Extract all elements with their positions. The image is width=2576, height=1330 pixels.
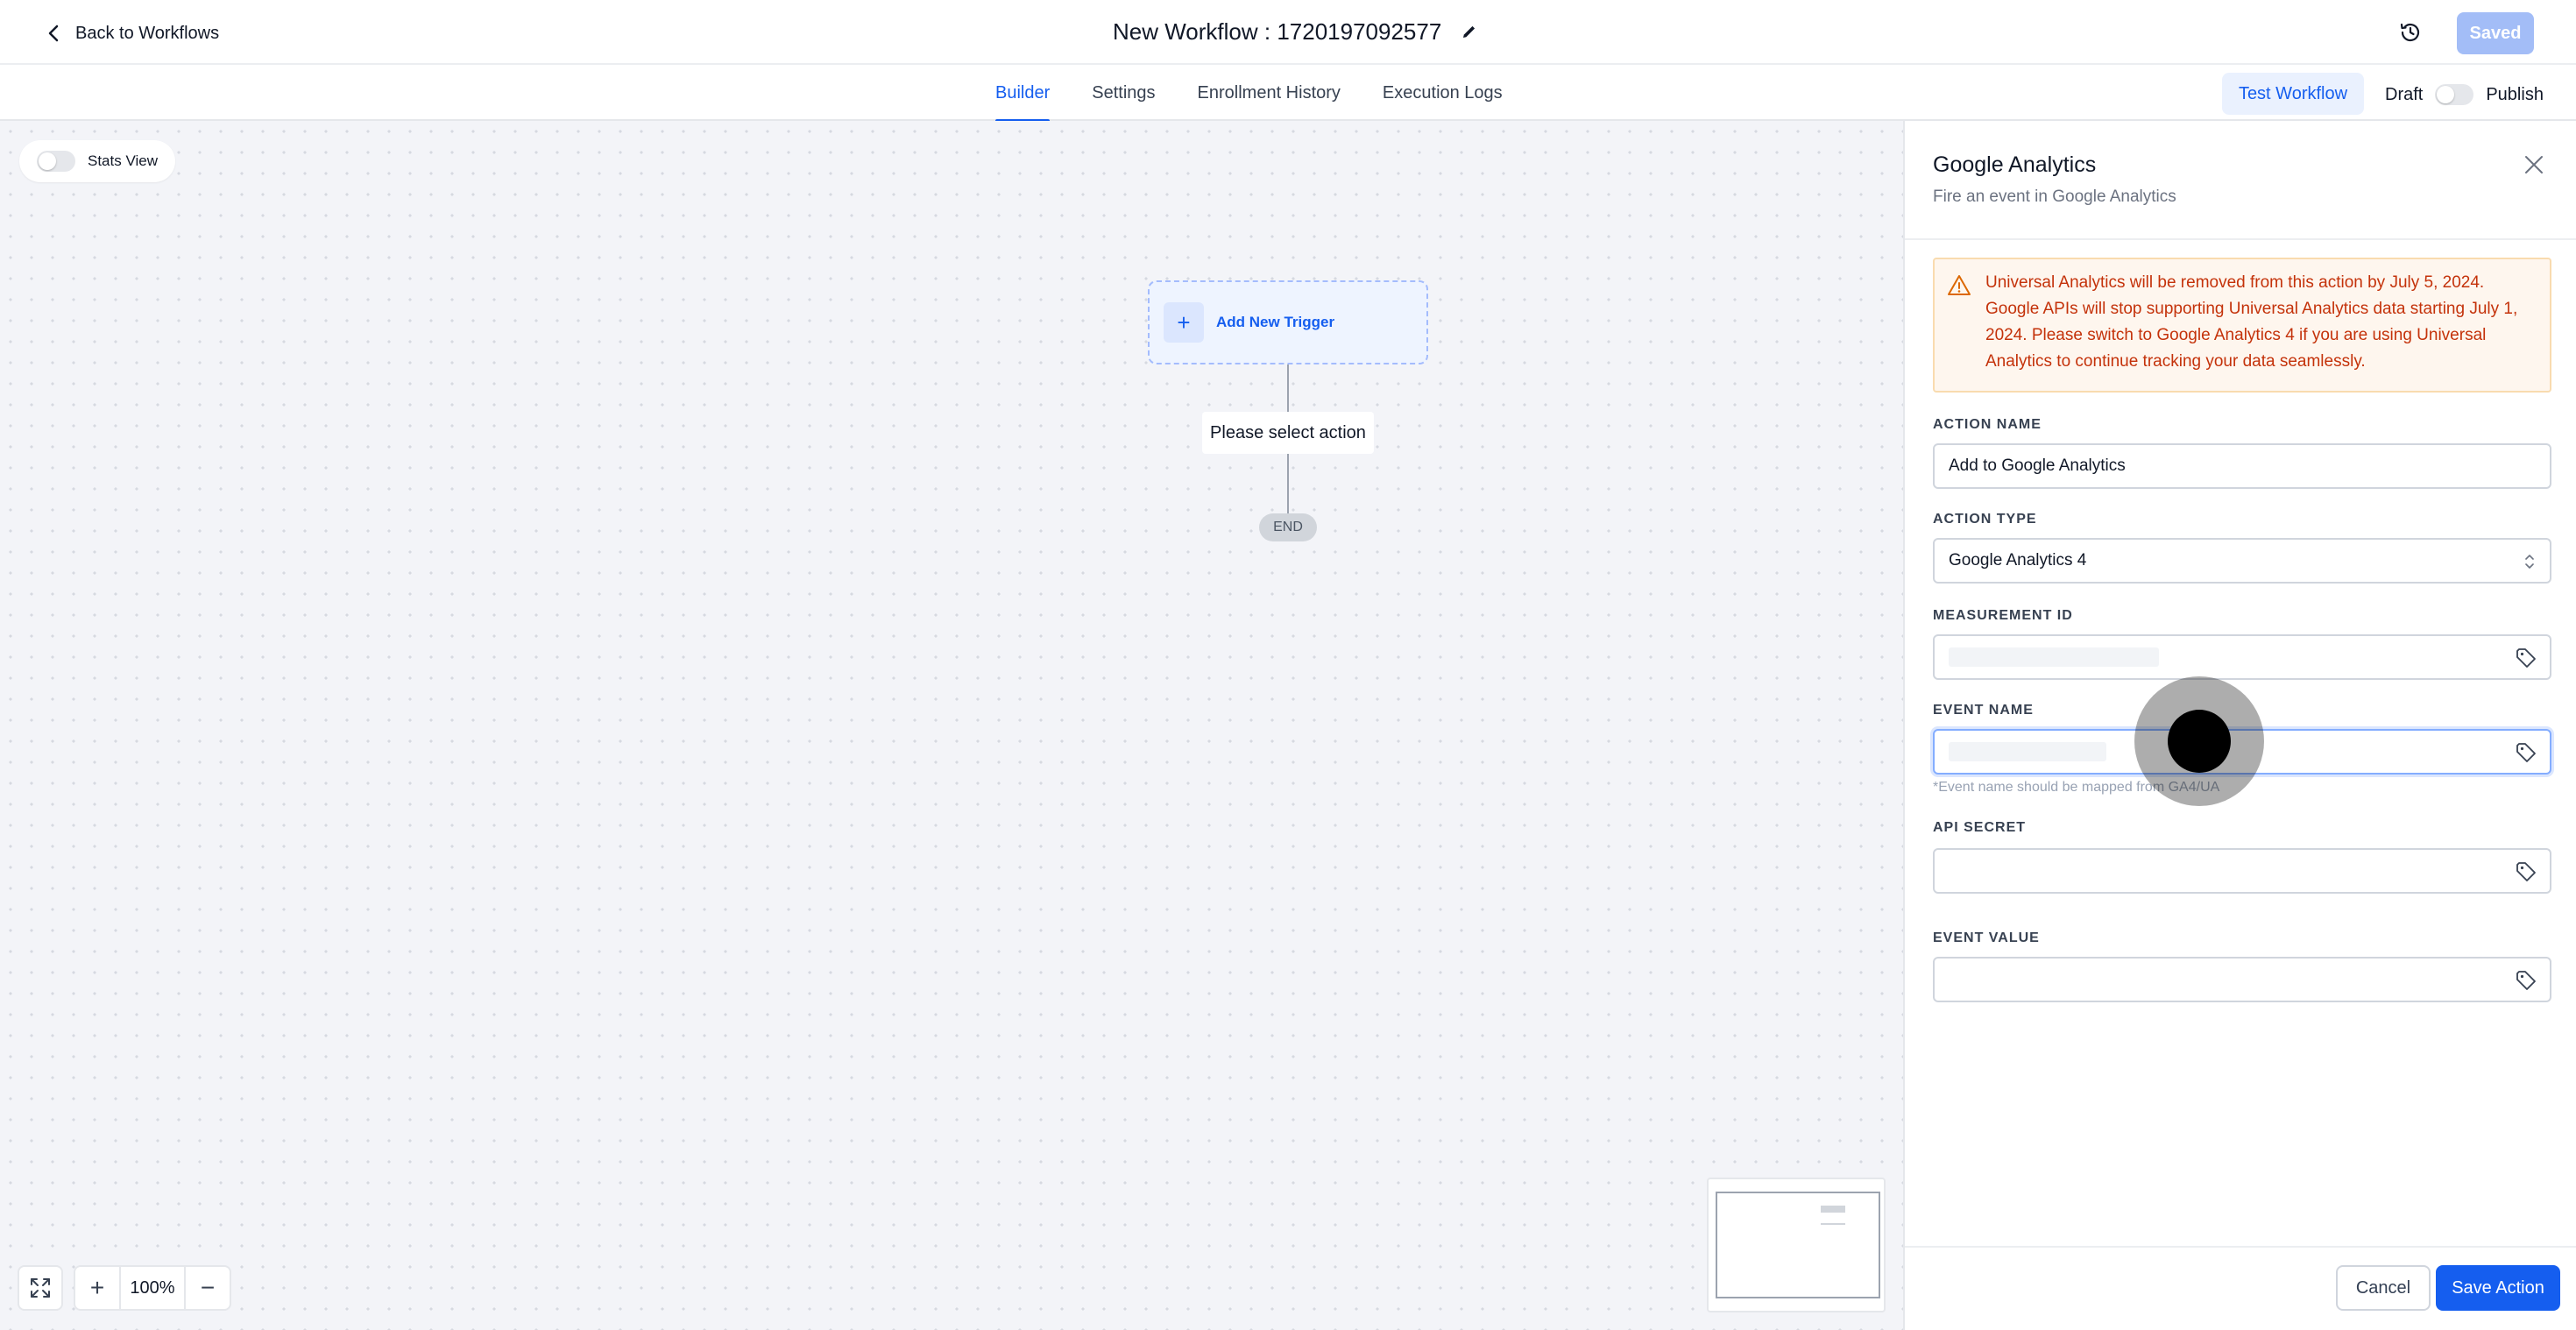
panel-title: Google Analytics (1933, 152, 2097, 177)
action-type-select[interactable]: Google Analytics 4 (1933, 538, 2551, 584)
event-value-input[interactable] (1933, 957, 2551, 1002)
tag-icon[interactable] (2515, 969, 2537, 992)
minimap-node (1821, 1223, 1845, 1225)
api-secret-label: API SECRET (1933, 820, 2027, 835)
panel-subtitle: Fire an event in Google Analytics (1933, 187, 2176, 206)
save-action-button[interactable]: Save Action (2436, 1265, 2560, 1311)
zoom-in-button[interactable]: + (75, 1267, 119, 1309)
close-icon[interactable] (2522, 152, 2546, 177)
connector-line (1287, 454, 1289, 513)
minimap[interactable] (1707, 1178, 1886, 1312)
workflow-title-text: New Workflow : 1720197092577 (1113, 18, 1442, 45)
connector-line (1287, 364, 1289, 412)
api-secret-input[interactable] (1933, 848, 2551, 894)
warning-icon (1948, 275, 1971, 295)
top-header: Back to Workflows New Workflow : 1720197… (0, 0, 2576, 65)
saved-button[interactable]: Saved (2457, 12, 2534, 54)
select-chevron-icon (2525, 555, 2534, 569)
fit-view-button[interactable] (18, 1265, 63, 1311)
tab-enrollment-history[interactable]: Enrollment History (1198, 65, 1341, 121)
event-name-label: EVENT NAME (1933, 703, 2034, 718)
select-action-node[interactable]: Please select action (1202, 412, 1374, 454)
end-node: END (1259, 513, 1317, 541)
zoom-out-button[interactable]: − (186, 1267, 230, 1309)
cancel-button[interactable]: Cancel (2336, 1265, 2431, 1311)
measurement-id-input[interactable] (1933, 634, 2551, 680)
workflow-canvas[interactable]: Stats View + Add New Trigger Please sele… (0, 121, 1903, 1330)
add-new-trigger-card[interactable]: + Add New Trigger (1148, 280, 1428, 364)
add-new-trigger-label: Add New Trigger (1216, 314, 1335, 330)
publish-toggle-group: Draft Publish (2385, 81, 2544, 109)
publish-toggle[interactable] (2435, 84, 2474, 105)
minimap-viewport (1716, 1192, 1880, 1298)
warning-text: Universal Analytics will be removed from… (1985, 273, 2518, 371)
workflow-tabs: Builder Settings Enrollment History Exec… (995, 65, 1503, 123)
action-type-label: ACTION TYPE (1933, 512, 2037, 527)
minimap-node (1821, 1206, 1845, 1213)
tab-execution-logs[interactable]: Execution Logs (1383, 65, 1503, 121)
draft-label: Draft (2385, 84, 2424, 104)
cursor-indicator (2168, 710, 2231, 773)
stats-view-toggle[interactable] (37, 151, 75, 172)
tag-icon[interactable] (2515, 860, 2537, 883)
redacted-value (1949, 647, 2159, 667)
zoom-controls: + 100% − (74, 1265, 231, 1311)
tab-bar: Builder Settings Enrollment History Exec… (0, 65, 2576, 123)
panel-divider (1905, 238, 2576, 240)
action-name-input[interactable]: Add to Google Analytics (1933, 443, 2551, 489)
chevron-left-icon (48, 25, 59, 42)
history-icon[interactable] (2397, 19, 2424, 46)
fullscreen-icon (31, 1278, 50, 1298)
back-label: Back to Workflows (75, 23, 220, 43)
pencil-icon[interactable] (1461, 23, 1478, 40)
action-type-value: Google Analytics 4 (1949, 551, 2087, 569)
test-workflow-button[interactable]: Test Workflow (2222, 73, 2364, 115)
plus-icon: + (1164, 302, 1204, 343)
zoom-level: 100% (119, 1267, 186, 1309)
publish-label: Publish (2486, 84, 2544, 104)
tag-icon[interactable] (2515, 741, 2537, 764)
tab-builder[interactable]: Builder (995, 65, 1051, 123)
warning-banner: Universal Analytics will be removed from… (1933, 258, 2551, 393)
panel-footer-divider (1905, 1246, 2576, 1248)
event-value-label: EVENT VALUE (1933, 930, 2040, 945)
action-name-label: ACTION NAME (1933, 417, 2042, 432)
tab-settings[interactable]: Settings (1092, 65, 1155, 121)
stats-view-toggle-group: Stats View (19, 140, 176, 182)
back-to-workflows-link[interactable]: Back to Workflows (44, 19, 219, 47)
measurement-id-label: MEASUREMENT ID (1933, 608, 2073, 623)
workflow-title: New Workflow : 1720197092577 (1113, 16, 1478, 47)
redacted-value (1949, 742, 2106, 761)
stats-view-label: Stats View (88, 152, 159, 169)
tag-icon[interactable] (2515, 647, 2537, 669)
